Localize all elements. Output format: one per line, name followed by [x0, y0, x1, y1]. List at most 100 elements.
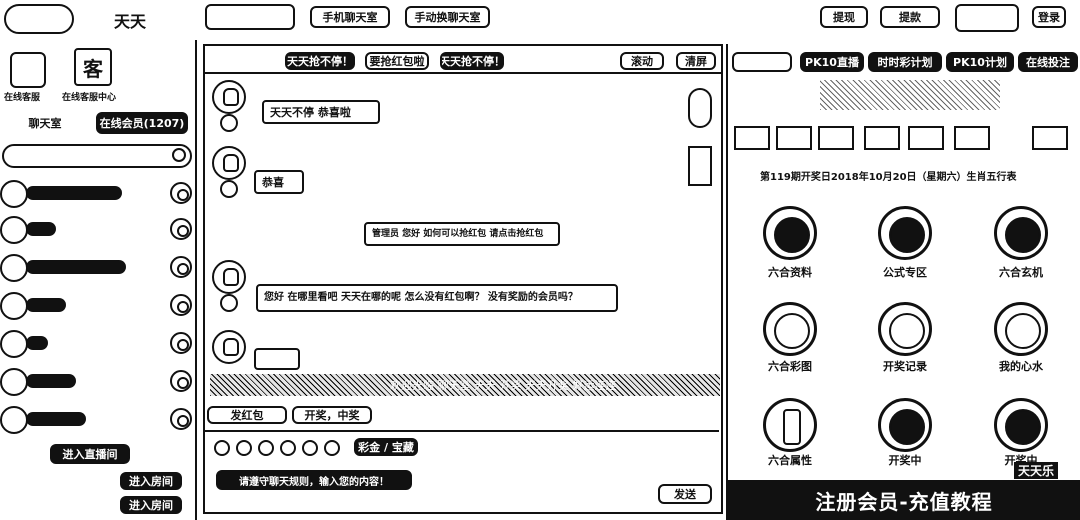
- ticker-item[interactable]: 要抢红包啦: [365, 52, 429, 70]
- payout-button[interactable]: 提款: [880, 6, 940, 28]
- heart-icon[interactable]: [994, 302, 1048, 356]
- member-name: [26, 260, 126, 274]
- grid-label: 六合属性: [768, 454, 812, 467]
- enter-live-button[interactable]: 进入直播间: [50, 444, 130, 464]
- member-row[interactable]: [0, 250, 195, 286]
- tab-pk10-live[interactable]: PK10直播: [800, 52, 864, 72]
- right-search[interactable]: [732, 52, 792, 72]
- member-action-icon[interactable]: [170, 182, 192, 204]
- wheel-icon[interactable]: [994, 206, 1048, 260]
- member-action-icon[interactable]: [170, 256, 192, 278]
- member-row[interactable]: [0, 212, 195, 248]
- toolbar-badge[interactable]: 彩金 / 宝藏: [354, 438, 418, 456]
- tab-online-members[interactable]: 在线会员(1207): [96, 112, 188, 134]
- draw-ball: [908, 126, 944, 150]
- draw-ball: [864, 126, 900, 150]
- sidebar-icon-service-label: 在线客服: [4, 93, 41, 103]
- draw-banner: [820, 80, 1000, 110]
- avatar: [212, 330, 246, 364]
- formula-icon[interactable]: [878, 206, 932, 260]
- live-icon[interactable]: [878, 398, 932, 452]
- image-icon-inner: [774, 313, 810, 349]
- gift-icon[interactable]: [302, 440, 318, 456]
- member-action-icon[interactable]: [170, 332, 192, 354]
- user-field[interactable]: [955, 4, 1019, 32]
- like-icon[interactable]: [280, 440, 296, 456]
- member-action-icon[interactable]: [170, 294, 192, 316]
- attribute-icon[interactable]: [763, 398, 817, 452]
- member-name: [26, 412, 86, 426]
- search-input[interactable]: [205, 4, 295, 30]
- live-icon-inner: [889, 409, 925, 445]
- mobile-chatroom-button[interactable]: 手机聊天室: [310, 6, 390, 28]
- document-icon-inner: [774, 217, 810, 253]
- grid-label: 开奖记录: [883, 360, 927, 373]
- avatar: [212, 80, 246, 114]
- live2-icon[interactable]: [994, 398, 1048, 452]
- quick-button[interactable]: 发红包: [207, 406, 287, 424]
- system-notice: 管理员 您好 如何可以抢红包 请点击抢红包: [364, 222, 560, 246]
- issue-info: 第119期开奖日2018年10月20日（星期六）生肖五行表: [760, 172, 1017, 183]
- record-icon[interactable]: [878, 302, 932, 356]
- avatar: [0, 254, 28, 282]
- member-name: [26, 336, 48, 350]
- search-icon[interactable]: [172, 148, 186, 162]
- draw-ball: [776, 126, 812, 150]
- attribute-icon-inner: [783, 409, 801, 445]
- tab-chatroom[interactable]: 聊天室: [2, 112, 88, 134]
- member-name: [26, 374, 76, 388]
- draw-ball: [1032, 126, 1068, 150]
- enter-room-button[interactable]: 进入房间: [120, 472, 182, 490]
- login-button[interactable]: 登录: [1032, 6, 1066, 28]
- message-input[interactable]: 请遵守聊天规则，输入您的内容！: [214, 462, 634, 508]
- level-icon: [220, 294, 238, 312]
- sidebar-icon-service[interactable]: [10, 52, 46, 88]
- image-icon[interactable]: [763, 302, 817, 356]
- ticker-item[interactable]: 天天抢不停！: [285, 52, 355, 70]
- member-row[interactable]: [0, 288, 195, 324]
- member-action-icon[interactable]: [170, 408, 192, 430]
- send-button[interactable]: 发送: [658, 484, 712, 504]
- app-logo[interactable]: 天天: [4, 2, 184, 36]
- enter-room-button[interactable]: 进入房间: [120, 496, 182, 514]
- grid-label: 六合玄机: [999, 266, 1043, 279]
- member-name: [26, 298, 66, 312]
- document-icon[interactable]: [763, 206, 817, 260]
- image-icon[interactable]: [236, 440, 252, 456]
- draw-ball: [734, 126, 770, 150]
- side-tool-icon[interactable]: [688, 88, 712, 128]
- member-action-icon[interactable]: [170, 370, 192, 392]
- register-banner[interactable]: 注册会员-充值教程: [728, 480, 1080, 520]
- logo-icon: [4, 4, 74, 34]
- switch-chatroom-button[interactable]: 手动换聊天室: [405, 6, 490, 28]
- member-action-icon[interactable]: [170, 218, 192, 240]
- clear-button[interactable]: 清屏: [676, 52, 716, 70]
- member-row[interactable]: [0, 402, 195, 438]
- level-icon: [220, 114, 238, 132]
- member-row[interactable]: [0, 326, 195, 362]
- service-center-icon[interactable]: 客: [74, 48, 112, 86]
- voice-icon[interactable]: [258, 440, 274, 456]
- avatar: [0, 216, 28, 244]
- input-placeholder: 请遵守聊天规则，输入您的内容！: [216, 470, 412, 490]
- member-search-input[interactable]: [2, 144, 192, 168]
- scroll-button[interactable]: 滚动: [620, 52, 664, 70]
- avatar: [0, 330, 28, 358]
- member-row[interactable]: [0, 364, 195, 400]
- quick-button[interactable]: 开奖，中奖: [292, 406, 372, 424]
- avatar: [0, 180, 28, 208]
- emoji-icon[interactable]: [214, 440, 230, 456]
- tab-online-bet[interactable]: 在线投注: [1018, 52, 1078, 72]
- member-name: [26, 222, 56, 236]
- marquee-text: 欢迎光临 聊天室 天天 开奖 天天开奖 好运连连: [390, 379, 617, 392]
- member-row[interactable]: [0, 176, 195, 212]
- ticker-item[interactable]: 天天抢不停！: [440, 52, 504, 70]
- file-icon[interactable]: [324, 440, 340, 456]
- withdraw-button[interactable]: 提现: [820, 6, 868, 28]
- watermark: 天天乐: [1014, 462, 1059, 479]
- tab-ssc-plan[interactable]: 时时彩计划: [868, 52, 942, 72]
- side-tool-icon[interactable]: [688, 146, 712, 186]
- chat-message: 您好 在哪里看吧 天天在哪的呢 怎么没有红包啊？ 没有奖励的会员吗？: [256, 284, 618, 312]
- tab-pk10-plan[interactable]: PK10计划: [946, 52, 1014, 72]
- wheel-icon-inner: [1005, 217, 1041, 253]
